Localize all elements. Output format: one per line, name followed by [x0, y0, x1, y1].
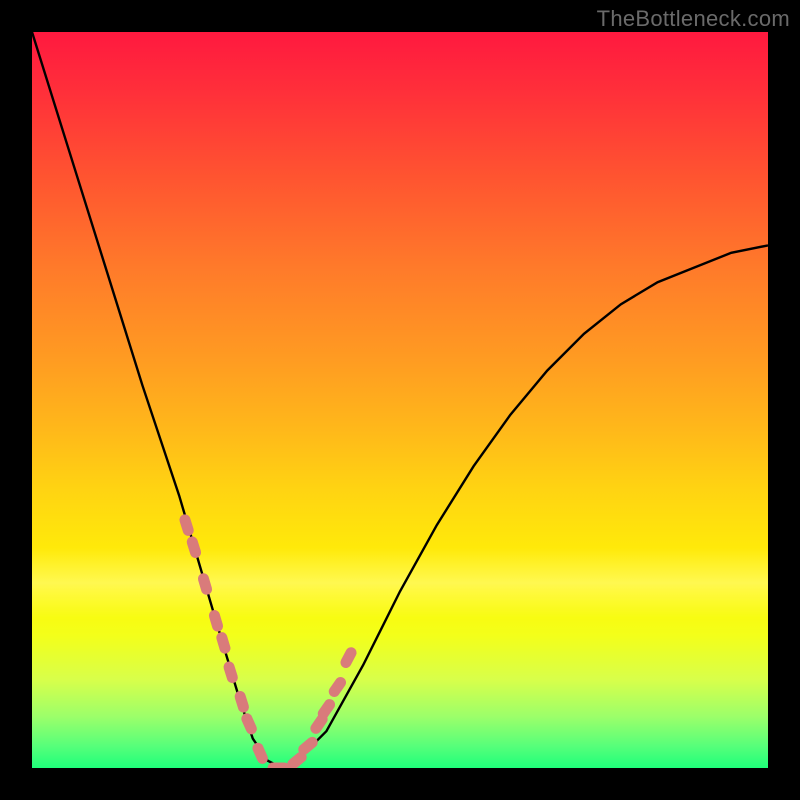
- chart-frame: TheBottleneck.com: [0, 0, 800, 800]
- highlight-band: [32, 548, 768, 618]
- plot-background: [32, 32, 768, 768]
- watermark-text: TheBottleneck.com: [597, 6, 790, 32]
